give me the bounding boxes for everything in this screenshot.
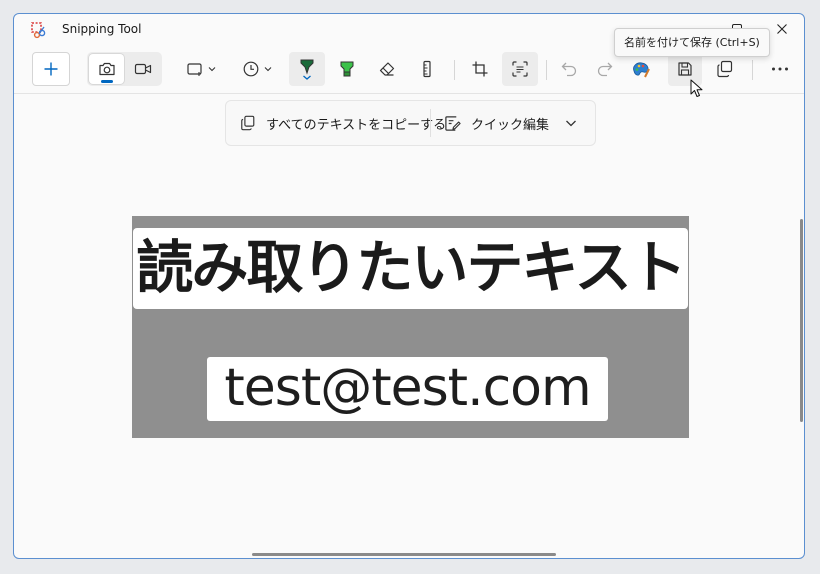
copy-button[interactable] [708, 52, 742, 86]
text-actions-icon [512, 61, 528, 77]
eraser-button[interactable] [369, 52, 405, 86]
toolbar-divider [546, 60, 547, 80]
captured-text-heading: 読み取りたいテキスト [136, 235, 686, 301]
mouse-pointer-icon [690, 79, 703, 97]
toolbar-divider [752, 60, 753, 80]
captured-text-email: test@test.com [224, 358, 591, 418]
paint-edit-button[interactable] [624, 52, 658, 86]
save-icon [678, 62, 692, 76]
toolbar-divider [454, 60, 455, 80]
redo-icon [597, 62, 613, 77]
captured-screenshot: 読み取りたいテキスト test@test.com [132, 216, 689, 438]
close-icon [777, 24, 787, 34]
plus-icon [44, 62, 58, 76]
window-title: Snipping Tool [62, 22, 142, 36]
text-actions-button[interactable] [502, 52, 538, 86]
copy-icon [717, 60, 733, 78]
camera-icon [98, 62, 115, 76]
edit-document-icon [445, 115, 461, 131]
ballpoint-pen-button[interactable] [289, 52, 325, 86]
image-mode-button[interactable] [89, 54, 124, 84]
undo-icon [561, 62, 577, 77]
ruler-button[interactable] [410, 52, 444, 86]
more-horizontal-icon [772, 67, 788, 71]
horizontal-scrollbar[interactable] [252, 553, 556, 556]
ruler-icon [423, 60, 431, 78]
chevron-down-icon [566, 120, 576, 127]
chevron-down-icon [264, 67, 271, 72]
detected-text-region[interactable]: 読み取りたいテキスト [133, 228, 688, 309]
video-mode-button[interactable] [125, 54, 160, 84]
copy-all-text-label: すべてのテキストをコピーする [266, 117, 447, 133]
copy-all-text-button[interactable]: すべてのテキストをコピーする [240, 108, 446, 138]
redo-button[interactable] [588, 52, 622, 86]
text-actions-bar: すべてのテキストをコピーする クイック編集 [225, 100, 596, 146]
snip-shape-dropdown[interactable] [181, 52, 221, 86]
highlighter-button[interactable] [330, 52, 364, 86]
snipping-tool-window: Snipping Tool すべてのテキストをコピーする クイック編集 読み取り… [13, 13, 805, 559]
highlighter-icon [340, 61, 354, 77]
video-camera-icon [134, 63, 151, 75]
quick-edit-dropdown[interactable] [564, 108, 578, 138]
quick-edit-label: クイック編集 [471, 117, 550, 133]
detected-text-region[interactable]: test@test.com [207, 357, 608, 421]
snipping-tool-app-icon [31, 22, 46, 39]
active-mode-indicator [101, 80, 113, 83]
paint-palette-icon [633, 62, 650, 78]
save-tooltip: 名前を付けて保存 (Ctrl+S) [614, 28, 770, 57]
new-snip-button[interactable] [32, 52, 70, 86]
vertical-scrollbar[interactable] [800, 219, 803, 422]
eraser-icon [379, 62, 395, 76]
more-options-button[interactable] [762, 52, 798, 86]
clock-icon [243, 61, 258, 77]
crop-button[interactable] [462, 52, 498, 86]
quick-edit-button[interactable]: クイック編集 [444, 108, 549, 138]
undo-button[interactable] [552, 52, 586, 86]
crop-icon [472, 61, 488, 77]
snip-mode-toggle [87, 52, 162, 86]
delay-timer-dropdown[interactable] [237, 52, 277, 86]
action-bar-divider [430, 109, 431, 137]
rectangle-snip-icon [186, 63, 202, 76]
ballpoint-pen-icon [300, 59, 314, 80]
copy-icon [241, 115, 255, 131]
chevron-down-icon [208, 67, 215, 72]
